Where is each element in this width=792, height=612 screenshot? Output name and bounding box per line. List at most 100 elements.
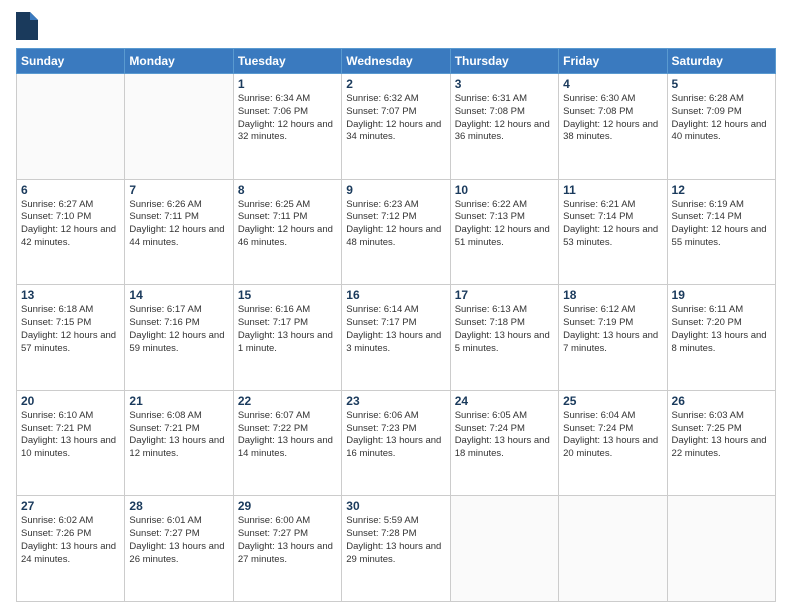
day-info: Sunrise: 6:34 AM Sunset: 7:06 PM Dayligh…: [238, 93, 337, 144]
day-info: Sunrise: 6:05 AM Sunset: 7:24 PM Dayligh…: [455, 410, 554, 461]
day-cell: [450, 496, 558, 602]
day-cell: 25 Sunrise: 6:04 AM Sunset: 7:24 PM Dayli…: [559, 390, 667, 496]
day-cell: [125, 74, 233, 180]
day-number: 30: [346, 499, 445, 513]
day-number: 16: [346, 288, 445, 302]
weekday-header-row: SundayMondayTuesdayWednesdayThursdayFrid…: [17, 49, 776, 74]
day-number: 13: [21, 288, 120, 302]
day-cell: 27 Sunrise: 6:02 AM Sunset: 7:26 PM Dayli…: [17, 496, 125, 602]
logo-icon: [16, 12, 38, 40]
day-cell: [667, 496, 775, 602]
day-cell: 5 Sunrise: 6:28 AM Sunset: 7:09 PM Daylig…: [667, 74, 775, 180]
day-cell: 2 Sunrise: 6:32 AM Sunset: 7:07 PM Daylig…: [342, 74, 450, 180]
day-cell: 28 Sunrise: 6:01 AM Sunset: 7:27 PM Dayli…: [125, 496, 233, 602]
day-cell: 23 Sunrise: 6:06 AM Sunset: 7:23 PM Dayli…: [342, 390, 450, 496]
day-info: Sunrise: 6:32 AM Sunset: 7:07 PM Dayligh…: [346, 93, 445, 144]
day-cell: 10 Sunrise: 6:22 AM Sunset: 7:13 PM Dayli…: [450, 179, 558, 285]
day-number: 5: [672, 77, 771, 91]
day-info: Sunrise: 6:00 AM Sunset: 7:27 PM Dayligh…: [238, 515, 337, 566]
header: [16, 10, 776, 40]
page: SundayMondayTuesdayWednesdayThursdayFrid…: [0, 0, 792, 612]
day-cell: 1 Sunrise: 6:34 AM Sunset: 7:06 PM Daylig…: [233, 74, 341, 180]
weekday-wednesday: Wednesday: [342, 49, 450, 74]
day-cell: 14Sunrise: 6:17 AM Sunset: 7:16 PM Dayli…: [125, 285, 233, 391]
day-number: 15: [238, 288, 337, 302]
day-info: Sunrise: 6:19 AM Sunset: 7:14 PM Dayligh…: [672, 199, 771, 250]
day-number: 23: [346, 394, 445, 408]
day-cell: 6Sunrise: 6:27 AM Sunset: 7:10 PM Daylig…: [17, 179, 125, 285]
week-row-1: 1 Sunrise: 6:34 AM Sunset: 7:06 PM Daylig…: [17, 74, 776, 180]
day-info: Sunrise: 6:04 AM Sunset: 7:24 PM Dayligh…: [563, 410, 662, 461]
weekday-sunday: Sunday: [17, 49, 125, 74]
day-cell: 24 Sunrise: 6:05 AM Sunset: 7:24 PM Dayli…: [450, 390, 558, 496]
day-info: Sunrise: 6:07 AM Sunset: 7:22 PM Dayligh…: [238, 410, 337, 461]
day-number: 8: [238, 183, 337, 197]
day-number: 21: [129, 394, 228, 408]
week-row-2: 6Sunrise: 6:27 AM Sunset: 7:10 PM Daylig…: [17, 179, 776, 285]
day-cell: 21 Sunrise: 6:08 AM Sunset: 7:21 PM Dayli…: [125, 390, 233, 496]
weekday-saturday: Saturday: [667, 49, 775, 74]
day-cell: 17 Sunrise: 6:13 AM Sunset: 7:18 PM Dayli…: [450, 285, 558, 391]
day-info: Sunrise: 6:16 AM Sunset: 7:17 PM Dayligh…: [238, 304, 337, 355]
day-info: Sunrise: 6:30 AM Sunset: 7:08 PM Dayligh…: [563, 93, 662, 144]
day-number: 14: [129, 288, 228, 302]
day-number: 29: [238, 499, 337, 513]
day-info: Sunrise: 6:06 AM Sunset: 7:23 PM Dayligh…: [346, 410, 445, 461]
week-row-4: 20Sunrise: 6:10 AM Sunset: 7:21 PM Dayli…: [17, 390, 776, 496]
day-info: Sunrise: 6:02 AM Sunset: 7:26 PM Dayligh…: [21, 515, 120, 566]
day-info: Sunrise: 6:03 AM Sunset: 7:25 PM Dayligh…: [672, 410, 771, 461]
day-number: 10: [455, 183, 554, 197]
calendar-table: SundayMondayTuesdayWednesdayThursdayFrid…: [16, 48, 776, 602]
day-number: 6: [21, 183, 120, 197]
day-cell: 16Sunrise: 6:14 AM Sunset: 7:17 PM Dayli…: [342, 285, 450, 391]
day-number: 25: [563, 394, 662, 408]
day-number: 17: [455, 288, 554, 302]
day-info: Sunrise: 5:59 AM Sunset: 7:28 PM Dayligh…: [346, 515, 445, 566]
day-cell: 29 Sunrise: 6:00 AM Sunset: 7:27 PM Dayli…: [233, 496, 341, 602]
day-cell: 12Sunrise: 6:19 AM Sunset: 7:14 PM Dayli…: [667, 179, 775, 285]
day-cell: [17, 74, 125, 180]
day-info: Sunrise: 6:21 AM Sunset: 7:14 PM Dayligh…: [563, 199, 662, 250]
day-cell: 4 Sunrise: 6:30 AM Sunset: 7:08 PM Daylig…: [559, 74, 667, 180]
day-cell: 7 Sunrise: 6:26 AM Sunset: 7:11 PM Daylig…: [125, 179, 233, 285]
day-number: 26: [672, 394, 771, 408]
day-number: 3: [455, 77, 554, 91]
week-row-5: 27 Sunrise: 6:02 AM Sunset: 7:26 PM Dayli…: [17, 496, 776, 602]
day-number: 18: [563, 288, 662, 302]
day-number: 28: [129, 499, 228, 513]
day-info: Sunrise: 6:01 AM Sunset: 7:27 PM Dayligh…: [129, 515, 228, 566]
weekday-tuesday: Tuesday: [233, 49, 341, 74]
day-number: 11: [563, 183, 662, 197]
weekday-monday: Monday: [125, 49, 233, 74]
day-number: 4: [563, 77, 662, 91]
day-number: 7: [129, 183, 228, 197]
day-number: 2: [346, 77, 445, 91]
day-cell: 15 Sunrise: 6:16 AM Sunset: 7:17 PM Dayli…: [233, 285, 341, 391]
day-cell: 13 Sunrise: 6:18 AM Sunset: 7:15 PM Dayli…: [17, 285, 125, 391]
weekday-friday: Friday: [559, 49, 667, 74]
day-cell: 11 Sunrise: 6:21 AM Sunset: 7:14 PM Dayli…: [559, 179, 667, 285]
day-info: Sunrise: 6:08 AM Sunset: 7:21 PM Dayligh…: [129, 410, 228, 461]
day-number: 9: [346, 183, 445, 197]
day-info: Sunrise: 6:23 AM Sunset: 7:12 PM Dayligh…: [346, 199, 445, 250]
day-info: Sunrise: 6:28 AM Sunset: 7:09 PM Dayligh…: [672, 93, 771, 144]
week-row-3: 13 Sunrise: 6:18 AM Sunset: 7:15 PM Dayli…: [17, 285, 776, 391]
day-info: Sunrise: 6:31 AM Sunset: 7:08 PM Dayligh…: [455, 93, 554, 144]
day-info: Sunrise: 6:13 AM Sunset: 7:18 PM Dayligh…: [455, 304, 554, 355]
day-cell: 30 Sunrise: 5:59 AM Sunset: 7:28 PM Dayli…: [342, 496, 450, 602]
day-cell: 18 Sunrise: 6:12 AM Sunset: 7:19 PM Dayli…: [559, 285, 667, 391]
day-info: Sunrise: 6:18 AM Sunset: 7:15 PM Dayligh…: [21, 304, 120, 355]
day-cell: 22 Sunrise: 6:07 AM Sunset: 7:22 PM Dayli…: [233, 390, 341, 496]
day-number: 1: [238, 77, 337, 91]
day-cell: 20Sunrise: 6:10 AM Sunset: 7:21 PM Dayli…: [17, 390, 125, 496]
day-number: 24: [455, 394, 554, 408]
day-cell: 8Sunrise: 6:25 AM Sunset: 7:11 PM Daylig…: [233, 179, 341, 285]
logo: [16, 14, 40, 40]
day-info: Sunrise: 6:12 AM Sunset: 7:19 PM Dayligh…: [563, 304, 662, 355]
day-info: Sunrise: 6:22 AM Sunset: 7:13 PM Dayligh…: [455, 199, 554, 250]
day-cell: 26 Sunrise: 6:03 AM Sunset: 7:25 PM Dayli…: [667, 390, 775, 496]
day-info: Sunrise: 6:26 AM Sunset: 7:11 PM Dayligh…: [129, 199, 228, 250]
day-number: 22: [238, 394, 337, 408]
day-number: 27: [21, 499, 120, 513]
weekday-thursday: Thursday: [450, 49, 558, 74]
